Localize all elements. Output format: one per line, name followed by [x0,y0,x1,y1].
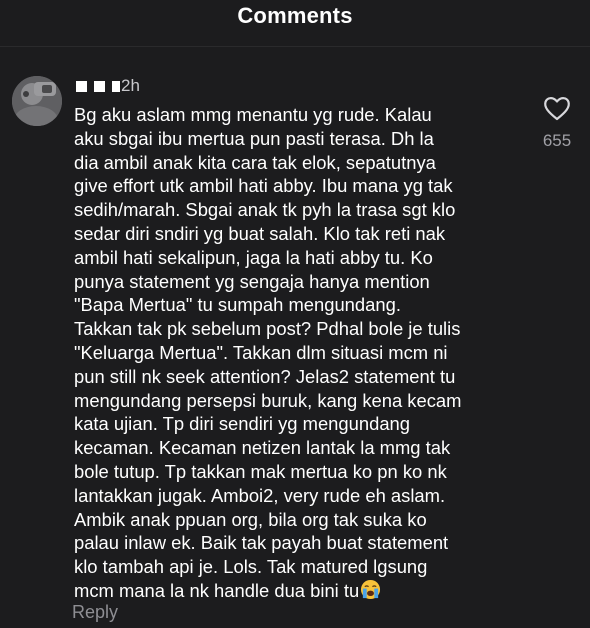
like-count: 655 [542,131,572,150]
comments-header: Comments [0,0,590,40]
page-title: Comments [237,3,353,28]
comment-body: Bg aku aslam mmg menantu yg rude. Kalau … [74,103,536,606]
avatar[interactable] [12,76,62,126]
loudly-crying-face-icon [360,579,381,606]
heart-icon [544,97,570,121]
redacted-username-block [76,80,87,92]
comment-timestamp: 2h [121,76,140,95]
reply-button[interactable]: Reply [72,602,118,623]
redacted-username-block [112,80,120,92]
like-button[interactable] [542,94,572,122]
comment-text: Bg aku aslam mmg menantu yg rude. Kalau … [74,104,462,601]
header-divider [0,46,590,47]
avatar-photo-icon [12,76,62,126]
comment-meta: 2h [76,74,140,98]
redacted-username-block [94,80,105,92]
